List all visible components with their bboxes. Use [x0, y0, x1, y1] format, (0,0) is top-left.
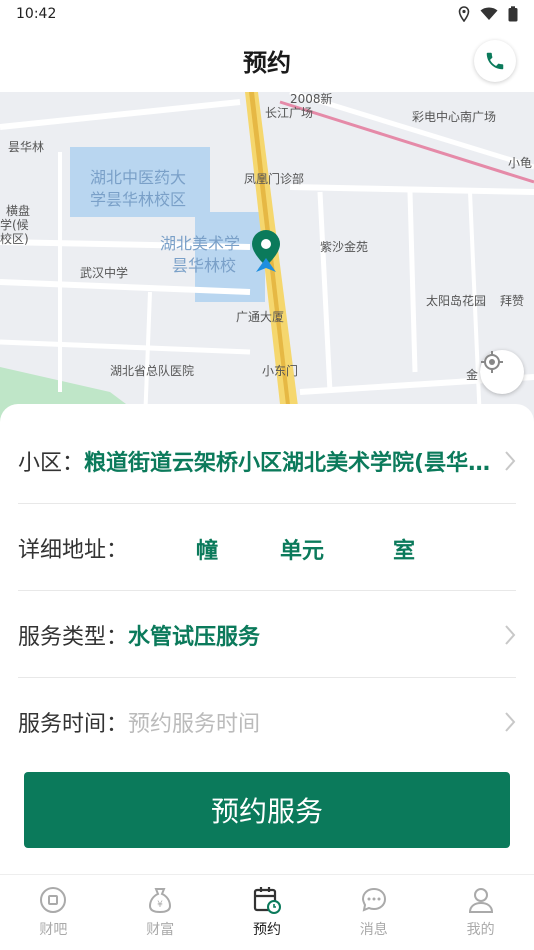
tab-label: 消息: [359, 922, 388, 938]
chat-bubble-icon: [361, 887, 386, 912]
map-label: 湖北美术学: [160, 234, 241, 253]
tab-xiaoxi[interactable]: 消息: [320, 875, 427, 950]
status-icons: [458, 6, 518, 22]
status-time: 10:42: [16, 6, 57, 22]
map-label: 武汉中学: [80, 266, 129, 280]
service-type-row[interactable]: 服务类型： 水管试压服务: [18, 592, 516, 678]
map-label: 昙华林校: [172, 256, 237, 275]
map-view[interactable]: 2008新 长江广场 彩电中心南广场 昙华林 湖北中医药大 学昙华林校区 凤凰门…: [0, 92, 534, 422]
battery-icon: [508, 6, 518, 22]
map-label: 昙华林: [8, 140, 45, 154]
address-row: 详细地址： 幢 单元 室: [18, 505, 516, 591]
locate-button[interactable]: [480, 350, 524, 394]
chevron-right-icon: [505, 625, 516, 645]
user-icon: [468, 888, 493, 913]
map-label: 拜赞: [500, 294, 525, 308]
service-time-label: 服务时间：: [18, 712, 129, 737]
tab-label: 财吧: [39, 922, 68, 938]
circle-square-icon: [40, 887, 67, 913]
map-label: 金: [466, 368, 479, 382]
community-value: 粮道街道云架桥小区湖北美术学院(昙华林校区): [84, 450, 494, 476]
calendar-clock-icon: [253, 887, 281, 914]
chevron-right-icon: [505, 451, 516, 471]
room-field[interactable]: 室: [393, 533, 415, 565]
phone-icon: [486, 52, 504, 70]
map-label: 湖北省总队医院: [110, 364, 195, 378]
tab-bar: 财吧 ¥ 财富 预约 消息 我的: [0, 874, 534, 950]
building-field[interactable]: 幢: [196, 533, 218, 565]
map-label: 小龟: [508, 156, 533, 170]
service-time-placeholder: 预约服务时间: [128, 712, 261, 737]
map-label: 湖北中医药大: [90, 168, 187, 187]
location-status-icon: [458, 6, 470, 22]
unit-field[interactable]: 单元: [280, 533, 324, 565]
tab-caiba[interactable]: 财吧: [0, 875, 107, 950]
map-label: 校区): [0, 232, 29, 246]
community-label: 小区：: [18, 450, 85, 476]
map-label: 彩电中心南广场: [412, 110, 497, 124]
status-bar: 10:42: [0, 0, 534, 28]
svg-text:¥: ¥: [157, 900, 163, 910]
map-label: 小东门: [262, 364, 299, 378]
map-label: 长江广场: [265, 106, 314, 120]
tab-caifu[interactable]: ¥ 财富: [107, 875, 214, 950]
crosshair-icon: [481, 351, 503, 373]
address-label: 详细地址：: [18, 537, 129, 563]
map-label: 广通大厦: [236, 310, 285, 324]
nav-bar: 预约: [0, 28, 534, 92]
community-row[interactable]: 小区： 粮道街道云架桥小区湖北美术学院(昙华林校区): [18, 418, 516, 504]
map-pin-icon: [252, 230, 280, 272]
service-type-value: 水管试压服务: [128, 624, 261, 650]
tab-yuyue[interactable]: 预约: [214, 875, 321, 950]
book-service-button[interactable]: 预约服务: [24, 772, 510, 848]
service-time-row[interactable]: 服务时间： 预约服务时间: [18, 679, 516, 765]
service-type-label: 服务类型：: [18, 624, 129, 650]
map-label: 太阳岛花园: [426, 294, 487, 308]
map-label: 紫沙金苑: [320, 240, 369, 254]
chevron-right-icon: [505, 712, 516, 732]
map-label: 学昙华林校区: [90, 190, 187, 209]
tab-label: 财富: [146, 922, 175, 938]
money-bag-icon: ¥: [149, 888, 172, 914]
tab-wode[interactable]: 我的: [427, 875, 534, 950]
map-label: 凤凰门诊部: [244, 172, 305, 186]
page-title: 预约: [243, 48, 291, 77]
wifi-icon: [480, 7, 498, 20]
tab-label: 预约: [252, 922, 281, 938]
tab-label: 我的: [466, 922, 495, 938]
call-button[interactable]: [474, 40, 516, 82]
